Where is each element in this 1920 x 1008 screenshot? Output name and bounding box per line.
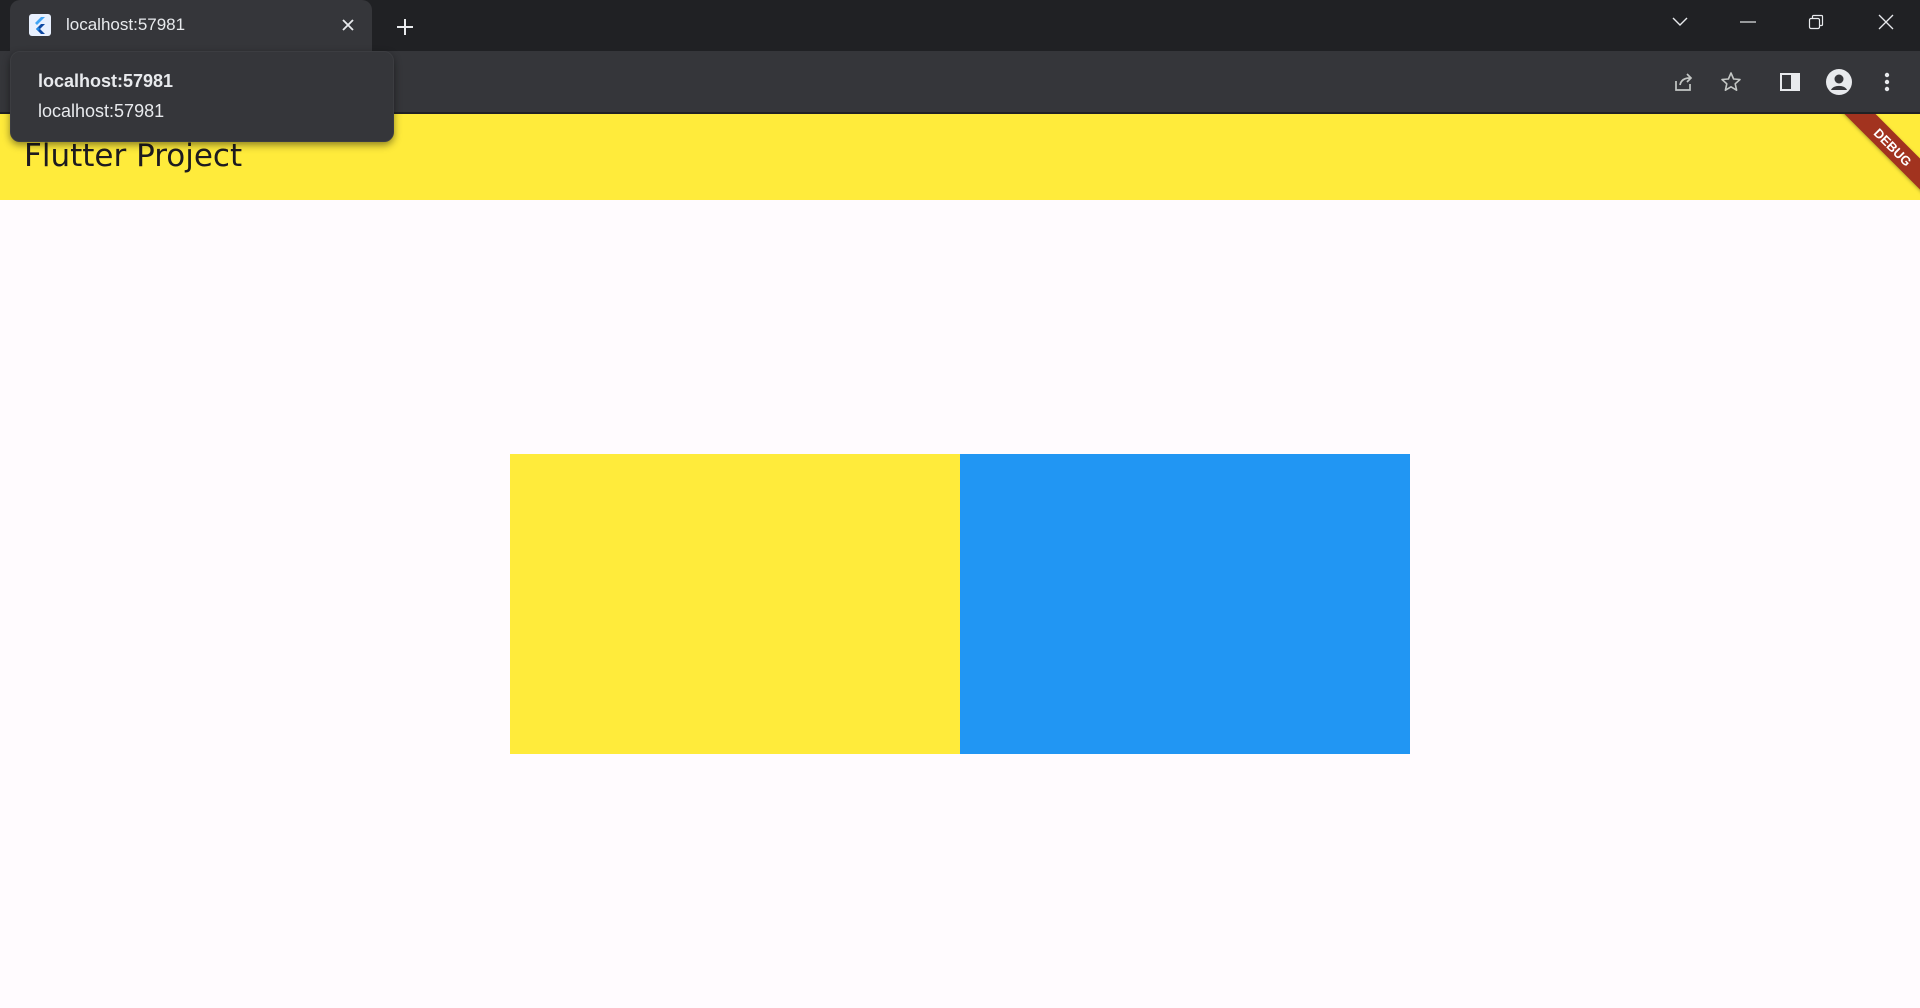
close-icon[interactable] [336, 13, 360, 37]
page-title: Flutter Project [24, 138, 243, 174]
hover-card-title: localhost:57981 [38, 71, 174, 91]
flutter-icon [29, 14, 51, 36]
profile-icon[interactable] [1822, 65, 1856, 99]
hover-card-url: localhost:57981 [38, 101, 165, 121]
debug-banner-container: DEBUG [1800, 114, 1920, 234]
debug-banner: DEBUG [1839, 114, 1920, 201]
minimize-icon[interactable] [1720, 0, 1776, 44]
close-icon[interactable] [1858, 0, 1914, 44]
plus-icon[interactable] [390, 12, 420, 42]
browser-tab[interactable]: localhost:57981 [10, 0, 372, 51]
yellow-box [510, 454, 960, 754]
share-icon[interactable] [1666, 65, 1700, 99]
restore-icon[interactable] [1788, 0, 1844, 44]
side-panel-icon[interactable] [1773, 65, 1807, 99]
blue-box [960, 454, 1410, 754]
star-icon[interactable] [1714, 65, 1748, 99]
chevron-down-icon[interactable] [1652, 0, 1708, 44]
tab-strip: localhost:57981 [0, 0, 1920, 51]
more-vert-icon[interactable] [1870, 65, 1904, 99]
tab-title: localhost:57981 [66, 15, 186, 34]
tab-hover-card: localhost:57981 localhost:57981 [10, 51, 394, 142]
